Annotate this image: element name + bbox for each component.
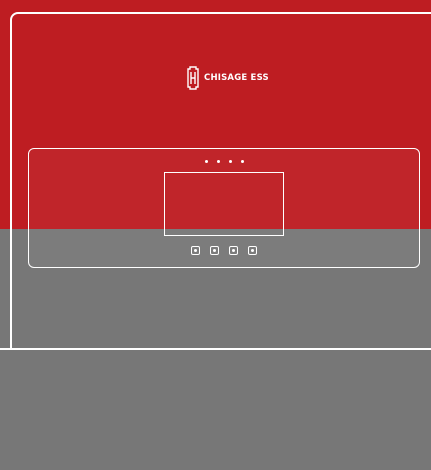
panel-button[interactable] [210,246,219,255]
indicator-leds [205,160,244,163]
inverter-unit-outline-edge [0,348,12,350]
brand-name: CHISAGE ESS [204,73,269,83]
panel-button[interactable] [248,246,257,255]
indicator-led [229,160,232,163]
panel-button[interactable] [191,246,200,255]
button-dot-icon [251,249,254,252]
button-dot-icon [232,249,235,252]
chisage-logo-icon [186,66,200,90]
indicator-led [217,160,220,163]
button-dot-icon [213,249,216,252]
indicator-led [205,160,208,163]
panel-button[interactable] [229,246,238,255]
indicator-led [241,160,244,163]
display-screen [164,172,284,236]
brand-logo: CHISAGE ESS [186,66,269,90]
control-buttons [191,246,257,255]
button-dot-icon [194,249,197,252]
